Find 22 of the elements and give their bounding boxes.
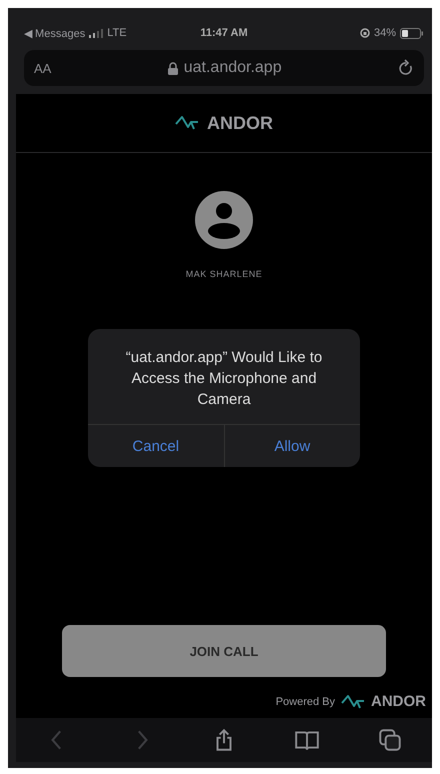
dialog-button[interactable]: Cancel (88, 425, 224, 467)
tabs-icon[interactable] (377, 727, 404, 753)
lock-icon (168, 62, 178, 74)
rotation-lock-icon (360, 28, 370, 38)
wave-logo-icon (341, 694, 365, 710)
battery-percent: 34% (374, 27, 396, 39)
reload-icon[interactable] (398, 59, 414, 77)
url-text[interactable]: uat.andor.app (184, 59, 282, 77)
network-type: LTE (107, 27, 127, 39)
signal-icon (89, 28, 104, 38)
user-name: MAK SHARLENE (186, 269, 262, 279)
wave-logo-icon (175, 115, 199, 131)
powered-by-text: Powered By (276, 696, 335, 708)
avatar-icon (195, 191, 253, 249)
text-size-button[interactable]: AA (34, 60, 52, 76)
permission-message: “uat.andor.app” Would Like to Access the Microphone and Camera (88, 329, 360, 425)
brand-name: ANDOR (207, 112, 273, 134)
battery-icon (400, 28, 424, 38)
brand-name: ANDOR (371, 693, 426, 710)
dialog-button[interactable]: Allow (224, 425, 360, 467)
clock-time: 11:47 AM (200, 27, 248, 39)
back-to-app-link[interactable]: ◀ Messages (24, 26, 86, 40)
